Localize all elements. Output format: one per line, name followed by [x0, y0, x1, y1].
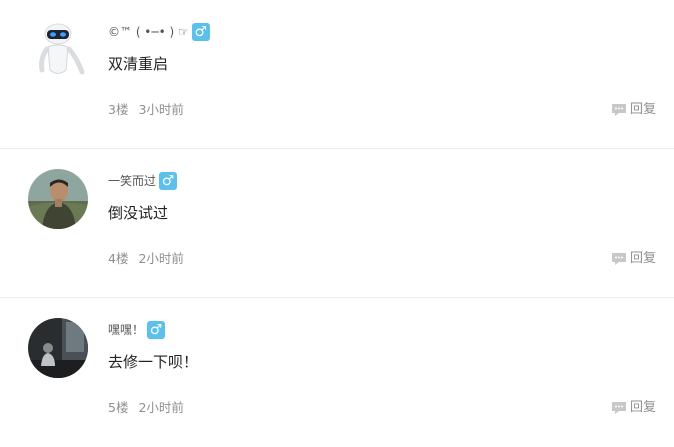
male-gender-icon: ♂	[147, 321, 166, 339]
reply-time: 2小时前	[138, 251, 184, 266]
comment-icon	[611, 401, 627, 415]
reply-time: 2小时前	[138, 400, 184, 415]
avatar[interactable]	[28, 318, 88, 378]
reply-time: 3小时前	[138, 102, 184, 117]
reply-button[interactable]: 回复	[611, 249, 656, 269]
reply-item: 嘿嘿！ ♂ 去修一下呗！ 5楼 2小时前 回复	[0, 298, 674, 447]
reply-button-label: 回复	[629, 102, 656, 117]
male-gender-icon: ♂	[191, 23, 210, 41]
reply-item: 一笑而过 ♂ 倒没试过 4楼 2小时前 回复	[0, 149, 674, 298]
reply-footer: 3楼 3小时前	[108, 100, 184, 120]
avatar[interactable]	[28, 20, 88, 80]
username[interactable]: ©™ ( •─• ) ☞	[108, 22, 189, 42]
male-gender-icon: ♂	[159, 172, 178, 190]
reply-item: ©™ ( •─• ) ☞ ♂ 双清重启 3楼 3小时前 回复	[0, 0, 674, 149]
reply-content: 双清重启	[108, 55, 169, 73]
reply-content: 倒没试过	[108, 204, 169, 222]
username[interactable]: 嘿嘿！	[108, 320, 144, 340]
reply-meta: 一笑而过 ♂	[108, 171, 178, 191]
username[interactable]: 一笑而过	[108, 171, 156, 191]
reply-meta: ©™ ( •─• ) ☞ ♂	[108, 22, 210, 42]
avatar[interactable]	[28, 169, 88, 229]
floor-number: 3楼	[108, 102, 129, 117]
floor-number: 5楼	[108, 400, 129, 415]
reply-button-label: 回复	[629, 251, 656, 266]
reply-meta: 嘿嘿！ ♂	[108, 320, 166, 340]
floor-number: 4楼	[108, 251, 129, 266]
reply-button-label: 回复	[629, 400, 656, 415]
reply-list: ©™ ( •─• ) ☞ ♂ 双清重启 3楼 3小时前 回复 一笑而过 ♂ 倒没…	[0, 0, 674, 418]
reply-footer: 5楼 2小时前	[108, 398, 184, 418]
reply-content: 去修一下呗！	[108, 353, 199, 371]
comment-icon	[611, 252, 627, 266]
reply-button[interactable]: 回复	[611, 398, 656, 418]
reply-footer: 4楼 2小时前	[108, 249, 184, 269]
reply-button[interactable]: 回复	[611, 100, 656, 120]
comment-icon	[611, 103, 627, 117]
